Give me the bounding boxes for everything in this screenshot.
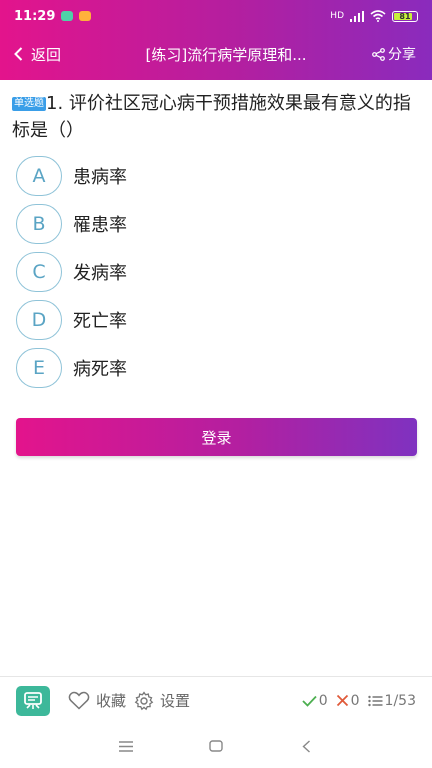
back-button[interactable]: 返回 — [0, 44, 92, 65]
option-c-text: 发病率 — [73, 263, 127, 284]
list-icon — [367, 695, 383, 706]
signal-hd-label: HD — [330, 11, 344, 21]
status-bar: 11:29 HD 81 — [0, 0, 432, 32]
home-nav-button[interactable] — [171, 740, 261, 752]
nav-bar: 返回 [练习]流行病学原理和... 分享 — [0, 32, 432, 76]
app-notification-icon — [79, 11, 92, 21]
heart-icon — [68, 691, 90, 710]
share-icon — [372, 47, 385, 61]
option-a-text: 患病率 — [73, 167, 127, 188]
options-list: A 患病率 B 罹患率 C 发病率 D 死亡率 E 病死率 — [16, 152, 416, 392]
option-d-letter[interactable]: D — [16, 300, 62, 340]
settings-button[interactable]: 设置 — [134, 690, 190, 711]
option-e[interactable]: E 病死率 — [16, 344, 416, 392]
favorite-button[interactable]: 收藏 — [68, 690, 126, 711]
menu-nav-button[interactable] — [81, 740, 171, 752]
option-b-text: 罹患率 — [73, 215, 127, 236]
option-b-letter[interactable]: B — [16, 204, 62, 244]
system-navigation-bar — [0, 724, 432, 768]
favorite-label: 收藏 — [96, 692, 127, 710]
correct-stat: 0 — [302, 693, 328, 709]
progress-text: 1/53 — [384, 692, 416, 709]
gear-icon — [134, 690, 154, 710]
app-logo-icon[interactable] — [16, 685, 50, 716]
book-icon — [24, 691, 42, 709]
share-button[interactable]: 分享 — [360, 44, 432, 64]
question-type-badge: 单选题 — [12, 97, 46, 111]
option-a-letter[interactable]: A — [16, 156, 62, 196]
option-d[interactable]: D 死亡率 — [16, 296, 416, 344]
wrong-stat: 0 — [336, 693, 360, 709]
settings-label: 设置 — [160, 692, 191, 710]
battery-level: 81 — [399, 11, 411, 21]
option-b[interactable]: B 罹患率 — [16, 200, 416, 248]
bottom-toolbar: 收藏 设置 0 0 1/53 — [0, 676, 432, 724]
menu-icon — [119, 740, 133, 752]
back-triangle-icon — [301, 739, 310, 753]
question-text: 1. 评价社区冠心病干预措施效果最有意义的指标是（） — [12, 93, 411, 141]
cross-icon — [336, 694, 348, 707]
cellular-signal-icon — [350, 10, 364, 22]
option-e-letter[interactable]: E — [16, 348, 62, 388]
wrong-count: 0 — [350, 692, 360, 709]
chevron-left-icon — [14, 47, 23, 61]
option-c-letter[interactable]: C — [16, 252, 62, 292]
option-a[interactable]: A 患病率 — [16, 152, 416, 200]
option-d-text: 死亡率 — [73, 311, 127, 332]
share-label: 分享 — [388, 47, 416, 63]
check-icon — [302, 695, 317, 707]
question-text-block: 单选题 1. 评价社区冠心病干预措施效果最有意义的指标是（） — [12, 90, 420, 144]
page-title: [练习]流行病学原理和... — [145, 45, 307, 64]
correct-count: 0 — [318, 692, 328, 709]
status-time: 11:29 — [14, 8, 56, 24]
message-notification-icon — [61, 11, 74, 21]
progress-indicator[interactable]: 1/53 — [367, 692, 416, 709]
login-button[interactable]: 登录 — [16, 418, 417, 456]
back-nav-button[interactable] — [261, 739, 351, 753]
top-header: 11:29 HD 81 返回 [练习]流行病学原理和... 分享 — [0, 0, 432, 80]
answer-stats: 0 0 1/53 — [302, 693, 416, 709]
back-label: 返回 — [31, 45, 62, 64]
home-square-icon — [209, 740, 223, 752]
option-c[interactable]: C 发病率 — [16, 248, 416, 296]
option-e-text: 病死率 — [73, 359, 127, 380]
wifi-icon — [370, 10, 386, 22]
battery-icon: 81 — [392, 10, 418, 22]
